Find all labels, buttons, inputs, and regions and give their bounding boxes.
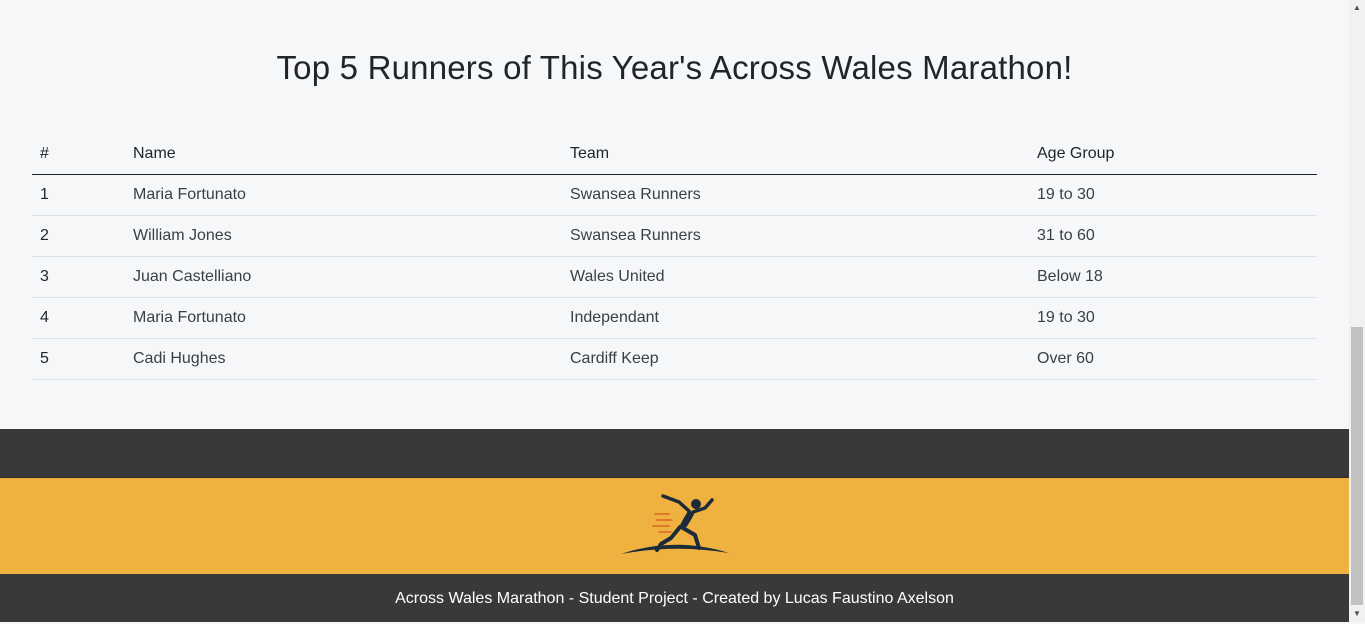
table-row: 5 Cadi Hughes Cardiff Keep Over 60 xyxy=(32,338,1317,380)
cell-team: Independant xyxy=(562,297,1029,339)
table-header-row: # Name Team Age Group xyxy=(32,134,1317,175)
header-rank: # xyxy=(32,134,125,175)
cell-name: Maria Fortunato xyxy=(125,174,562,216)
cell-age-group: Over 60 xyxy=(1029,338,1317,380)
runner-logo-icon[interactable] xyxy=(617,492,733,562)
scroll-up-arrow-icon[interactable]: ▲ xyxy=(1349,0,1365,16)
cell-team: Swansea Runners xyxy=(562,215,1029,257)
footer-top-band xyxy=(0,429,1349,477)
cell-name: Cadi Hughes xyxy=(125,338,562,380)
cell-rank: 2 xyxy=(32,215,125,257)
header-team: Team xyxy=(562,134,1029,175)
page-title: Top 5 Runners of This Year's Across Wale… xyxy=(276,49,1073,86)
cell-age-group: 19 to 30 xyxy=(1029,297,1317,339)
footer-text: Across Wales Marathon - Student Project … xyxy=(395,590,954,607)
scroll-down-arrow-icon[interactable]: ▼ xyxy=(1349,606,1365,622)
table-row: 3 Juan Castelliano Wales United Below 18 xyxy=(32,256,1317,298)
cell-team: Swansea Runners xyxy=(562,174,1029,216)
cell-rank: 1 xyxy=(32,174,125,216)
page: Top 5 Runners of This Year's Across Wale… xyxy=(0,0,1349,622)
logo-band xyxy=(0,477,1349,575)
header-age-group: Age Group xyxy=(1029,134,1317,175)
cell-name: Juan Castelliano xyxy=(125,256,562,298)
scrollbar-thumb[interactable] xyxy=(1351,327,1363,605)
cell-rank: 3 xyxy=(32,256,125,298)
cell-team: Cardiff Keep xyxy=(562,338,1029,380)
cell-age-group: 31 to 60 xyxy=(1029,215,1317,257)
runners-table: # Name Team Age Group 1 Maria Fortunato … xyxy=(32,134,1317,380)
page-scrollbar[interactable]: ▲ ▼ xyxy=(1349,0,1365,622)
cell-age-group: Below 18 xyxy=(1029,256,1317,298)
table-row: 1 Maria Fortunato Swansea Runners 19 to … xyxy=(32,174,1317,216)
cell-name: Maria Fortunato xyxy=(125,297,562,339)
cell-rank: 5 xyxy=(32,338,125,380)
cell-team: Wales United xyxy=(562,256,1029,298)
table-row: 2 William Jones Swansea Runners 31 to 60 xyxy=(32,215,1317,257)
table-row: 4 Maria Fortunato Independant 19 to 30 xyxy=(32,297,1317,339)
cell-rank: 4 xyxy=(32,297,125,339)
cell-name: William Jones xyxy=(125,215,562,257)
cell-age-group: 19 to 30 xyxy=(1029,174,1317,216)
header-name: Name xyxy=(125,134,562,175)
footer: Across Wales Marathon - Student Project … xyxy=(0,574,1349,622)
